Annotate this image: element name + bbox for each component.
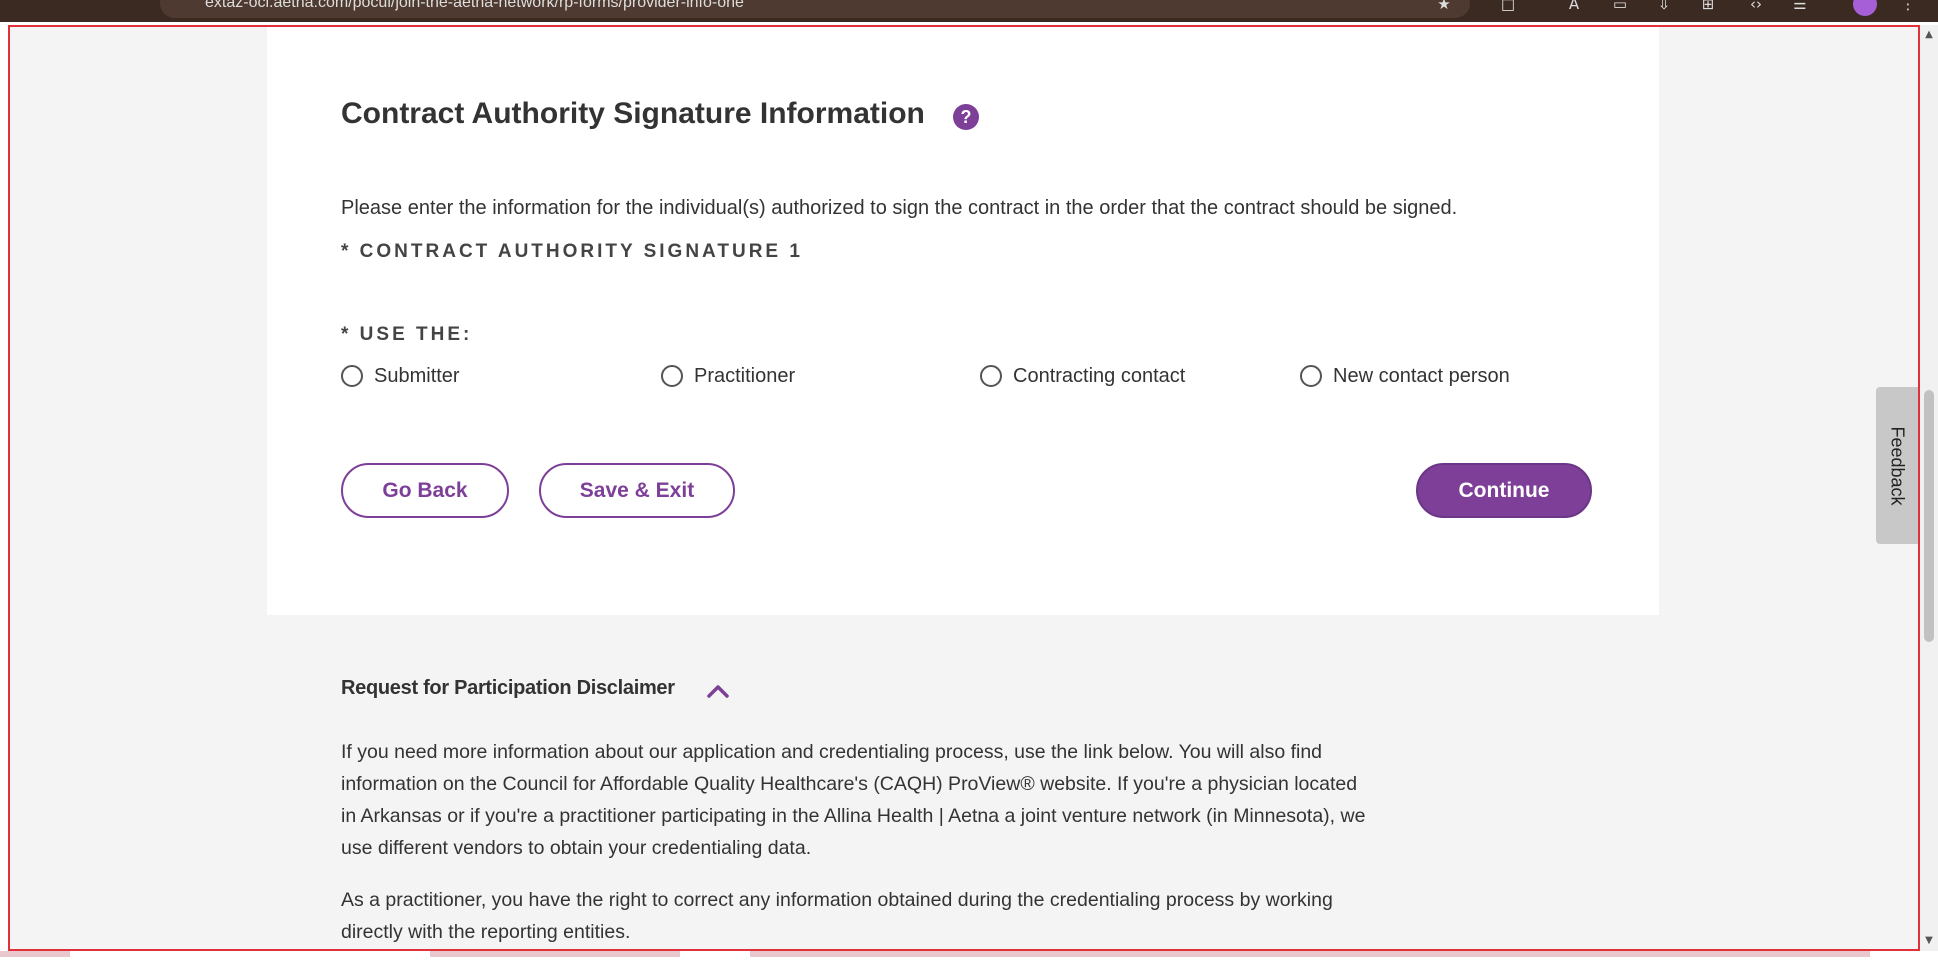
radio-button-circle[interactable]: [661, 365, 683, 387]
help-question-icon[interactable]: ?: [953, 104, 979, 130]
radio-button-circle[interactable]: [980, 365, 1002, 387]
signature-section-label: * CONTRACT AUTHORITY SIGNATURE 1: [341, 241, 803, 262]
scroll-thumb[interactable]: [1924, 390, 1934, 642]
browser-toolbar: extaz-oci.aetna.com/pocui/join-the-aetna…: [0, 0, 1938, 22]
vertical-scrollbar[interactable]: ▲ ▼: [1920, 25, 1938, 951]
profile-avatar[interactable]: [1853, 0, 1877, 16]
extension-icon[interactable]: □: [1500, 0, 1516, 12]
disclaimer-paragraph: If you need more information about our a…: [341, 741, 1366, 859]
address-bar-url[interactable]: extaz-oci.aetna.com/pocui/join-the-aetna…: [205, 0, 744, 12]
radio-label: New contact person: [1333, 364, 1510, 387]
save-exit-button[interactable]: Save & Exit: [539, 463, 735, 518]
radio-new-contact-person[interactable]: New contact person: [1300, 362, 1510, 390]
form-instructions: Please enter the information for the ind…: [341, 197, 1458, 219]
use-the-label: * USE THE:: [341, 324, 473, 345]
chevron-up-icon[interactable]: [706, 682, 730, 700]
scroll-down-arrow-icon[interactable]: ▼: [1923, 935, 1935, 947]
profile-switch-icon[interactable]: ☰: [1792, 0, 1808, 12]
radio-label: Contracting contact: [1013, 364, 1186, 387]
continue-button[interactable]: Continue: [1416, 463, 1592, 518]
page-viewport: Contract Authority Signature Information…: [8, 25, 1920, 951]
scroll-up-arrow-icon[interactable]: ▲: [1923, 29, 1935, 41]
radio-button-circle[interactable]: [1300, 365, 1322, 387]
bookmark-star-icon[interactable]: ★: [1436, 0, 1452, 12]
radio-practitioner[interactable]: Practitioner: [661, 362, 795, 390]
sidebar-icon[interactable]: ▭: [1612, 0, 1628, 12]
radio-button-circle[interactable]: [341, 365, 363, 387]
feedback-tab[interactable]: Feedback: [1876, 387, 1918, 544]
page-title: Contract Authority Signature Information: [341, 97, 925, 130]
reading-mode-icon[interactable]: A: [1566, 0, 1582, 12]
radio-contracting-contact[interactable]: Contracting contact: [980, 362, 1185, 390]
radio-submitter[interactable]: Submitter: [341, 362, 460, 390]
tab-search-icon[interactable]: ⊞: [1700, 0, 1716, 12]
more-menu-icon[interactable]: ⋮: [1900, 0, 1916, 12]
disclaimer-paragraph: As a practitioner, you have the right to…: [341, 889, 1333, 943]
radio-label: Submitter: [374, 364, 460, 387]
form-card: Contract Authority Signature Information…: [267, 27, 1659, 615]
disclaimer-heading[interactable]: Request for Participation Disclaimer: [341, 677, 675, 700]
go-back-button[interactable]: Go Back: [341, 463, 509, 518]
feedback-label: Feedback: [1887, 425, 1908, 506]
taskbar-strip: [0, 951, 1938, 972]
devtools-icon[interactable]: ‹›: [1748, 0, 1764, 12]
download-icon[interactable]: ⇩: [1656, 0, 1672, 12]
radio-label: Practitioner: [694, 364, 796, 387]
